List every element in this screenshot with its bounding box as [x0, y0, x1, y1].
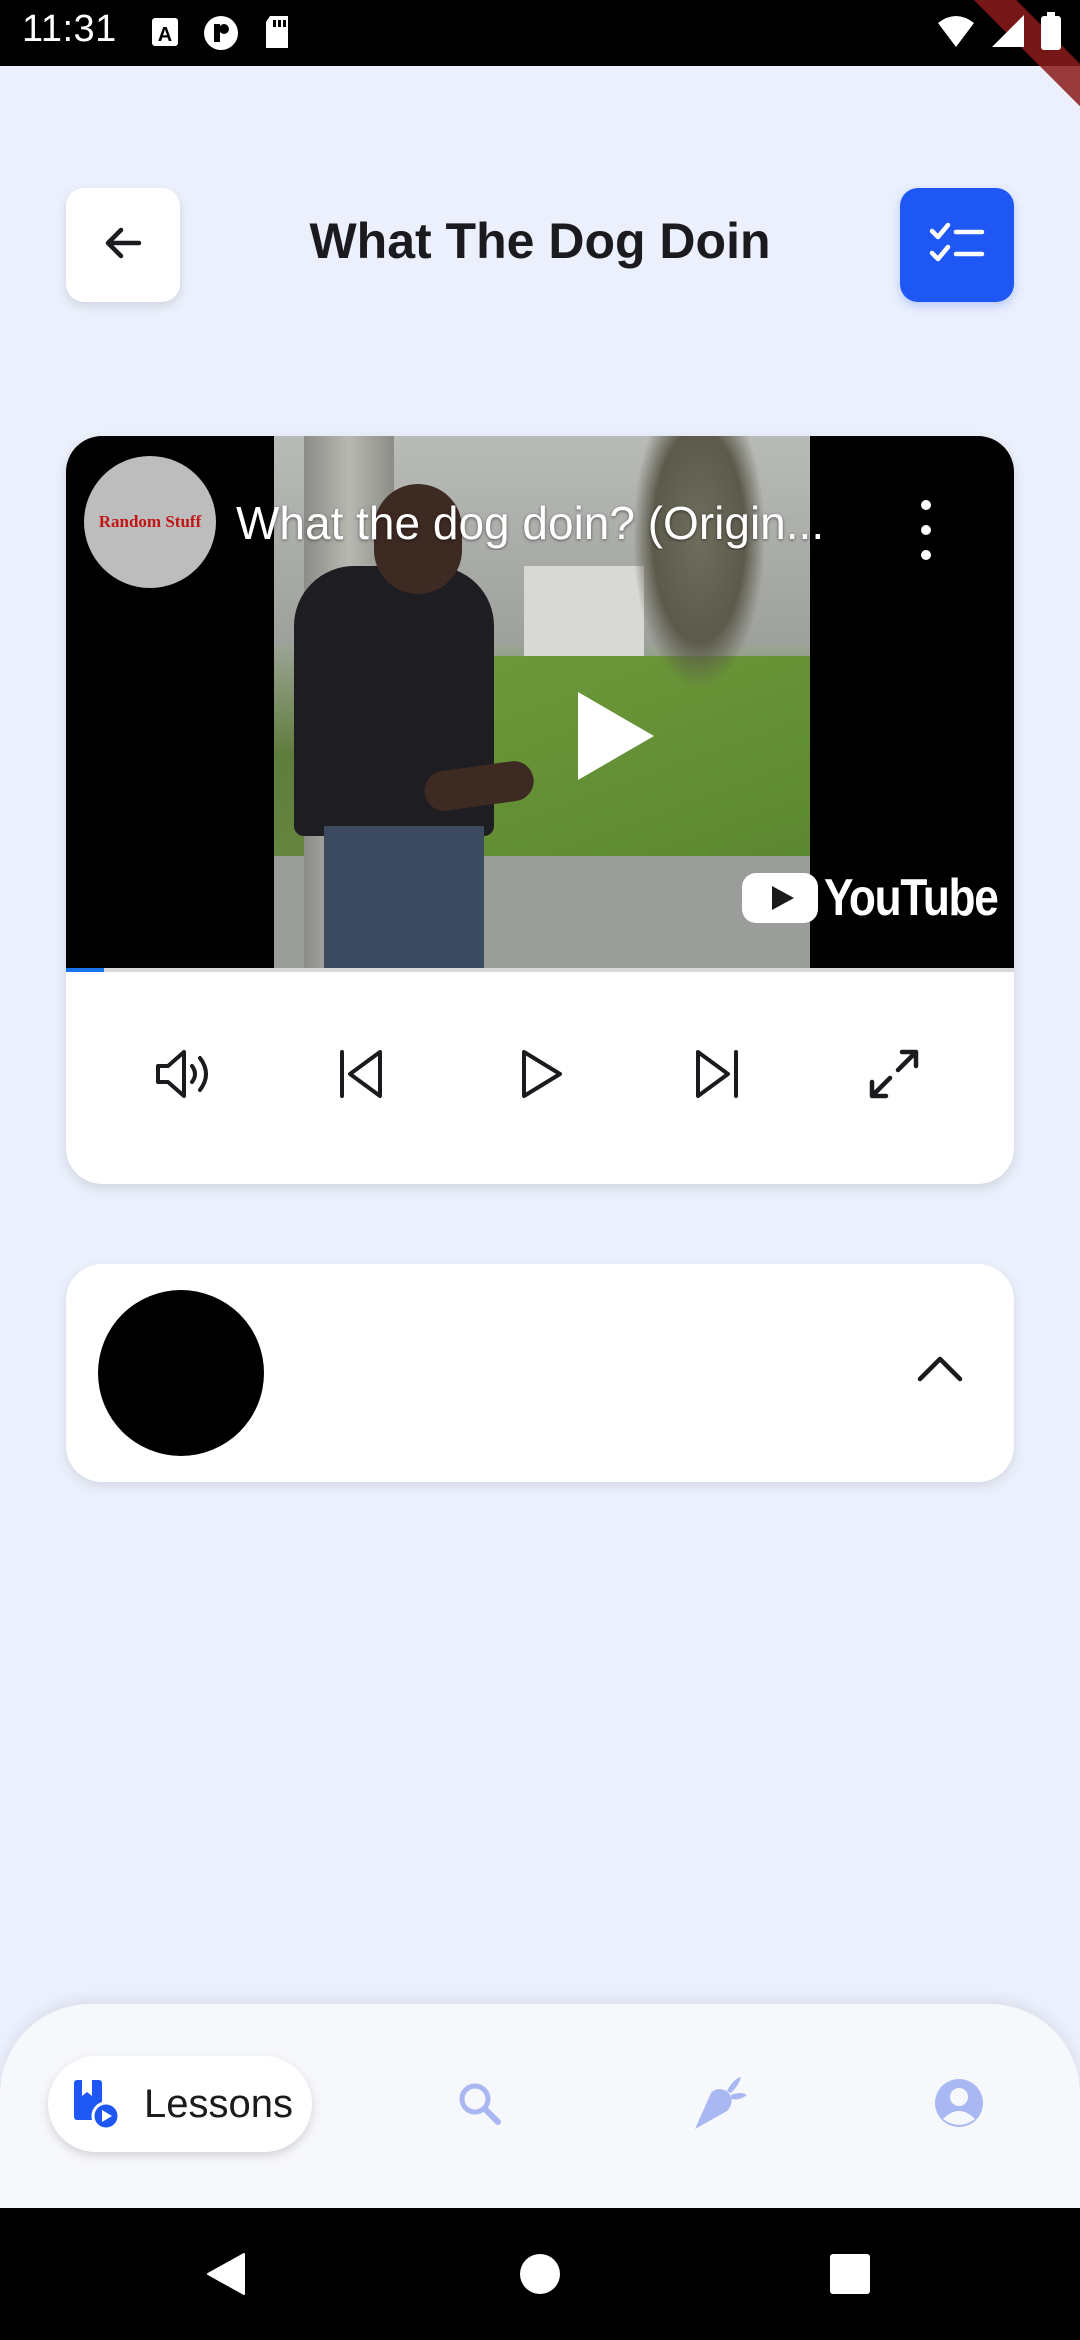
play-button[interactable] [500, 1036, 580, 1116]
skip-next-button[interactable] [676, 1036, 756, 1116]
nav-search[interactable] [444, 2070, 514, 2140]
status-bar: 11:31 A [0, 0, 1080, 107]
video-player[interactable]: Random Stuff What the dog doin? (Origin.… [66, 436, 1014, 968]
channel-avatar[interactable]: Random Stuff [84, 456, 216, 588]
status-icons-right [936, 12, 1062, 55]
volume-icon [154, 1046, 218, 1107]
lessons-icon [68, 2076, 124, 2132]
skip-previous-icon [336, 1046, 388, 1107]
chevron-up-icon [916, 1353, 964, 1388]
nav-lessons[interactable]: Lessons [48, 2056, 312, 2152]
signal-icon [990, 13, 1026, 54]
video-progress-bar[interactable] [66, 968, 1014, 972]
recents-square-icon[interactable] [820, 2244, 880, 2304]
collapse-panel[interactable] [66, 1264, 1014, 1482]
youtube-logo: YouTube [742, 868, 1014, 928]
fullscreen-icon [866, 1046, 922, 1107]
nav-account[interactable] [924, 2070, 994, 2140]
channel-name: Random Stuff [98, 512, 202, 531]
bottom-nav: Lessons [0, 2004, 1080, 2208]
nav-lessons-label: Lessons [144, 2081, 293, 2126]
big-play-icon[interactable] [506, 658, 656, 803]
status-time: 11:31 [22, 8, 117, 50]
video-title[interactable]: What the dog doin? (Origin... [236, 496, 896, 550]
system-nav [0, 2208, 1080, 2340]
wifi-icon [936, 13, 976, 54]
volume-button[interactable] [146, 1036, 226, 1116]
back-button[interactable] [66, 188, 180, 302]
battery-icon [1040, 12, 1062, 55]
nav-carrot[interactable] [684, 2070, 754, 2140]
carrot-icon [689, 2073, 749, 2138]
page-title: What The Dog Doin [309, 213, 771, 269]
circle-p-icon [202, 14, 240, 57]
video-card: Random Stuff What the dog doin? (Origin.… [66, 436, 1014, 1184]
checklist-button[interactable] [900, 188, 1014, 302]
svg-text:A: A [158, 24, 172, 46]
youtube-wordmark: YouTube [824, 869, 999, 927]
play-icon [514, 1046, 566, 1107]
account-icon [933, 2077, 985, 2134]
checklist-icon [928, 220, 986, 271]
search-icon [456, 2080, 502, 2131]
fullscreen-button[interactable] [854, 1036, 934, 1116]
player-controls [66, 1036, 1014, 1116]
skip-previous-button[interactable] [322, 1036, 402, 1116]
home-circle-icon[interactable] [510, 2244, 570, 2304]
status-icons-left: A [150, 14, 292, 57]
a-icon: A [150, 14, 180, 57]
more-vert-icon[interactable] [906, 500, 946, 560]
avatar [98, 1290, 264, 1456]
video-progress-fill [66, 968, 104, 972]
skip-next-icon [690, 1046, 742, 1107]
arrow-left-icon [99, 219, 147, 272]
back-triangle-icon[interactable] [196, 2244, 256, 2304]
collapse-toggle[interactable] [900, 1330, 980, 1410]
sd-card-icon [262, 14, 292, 57]
